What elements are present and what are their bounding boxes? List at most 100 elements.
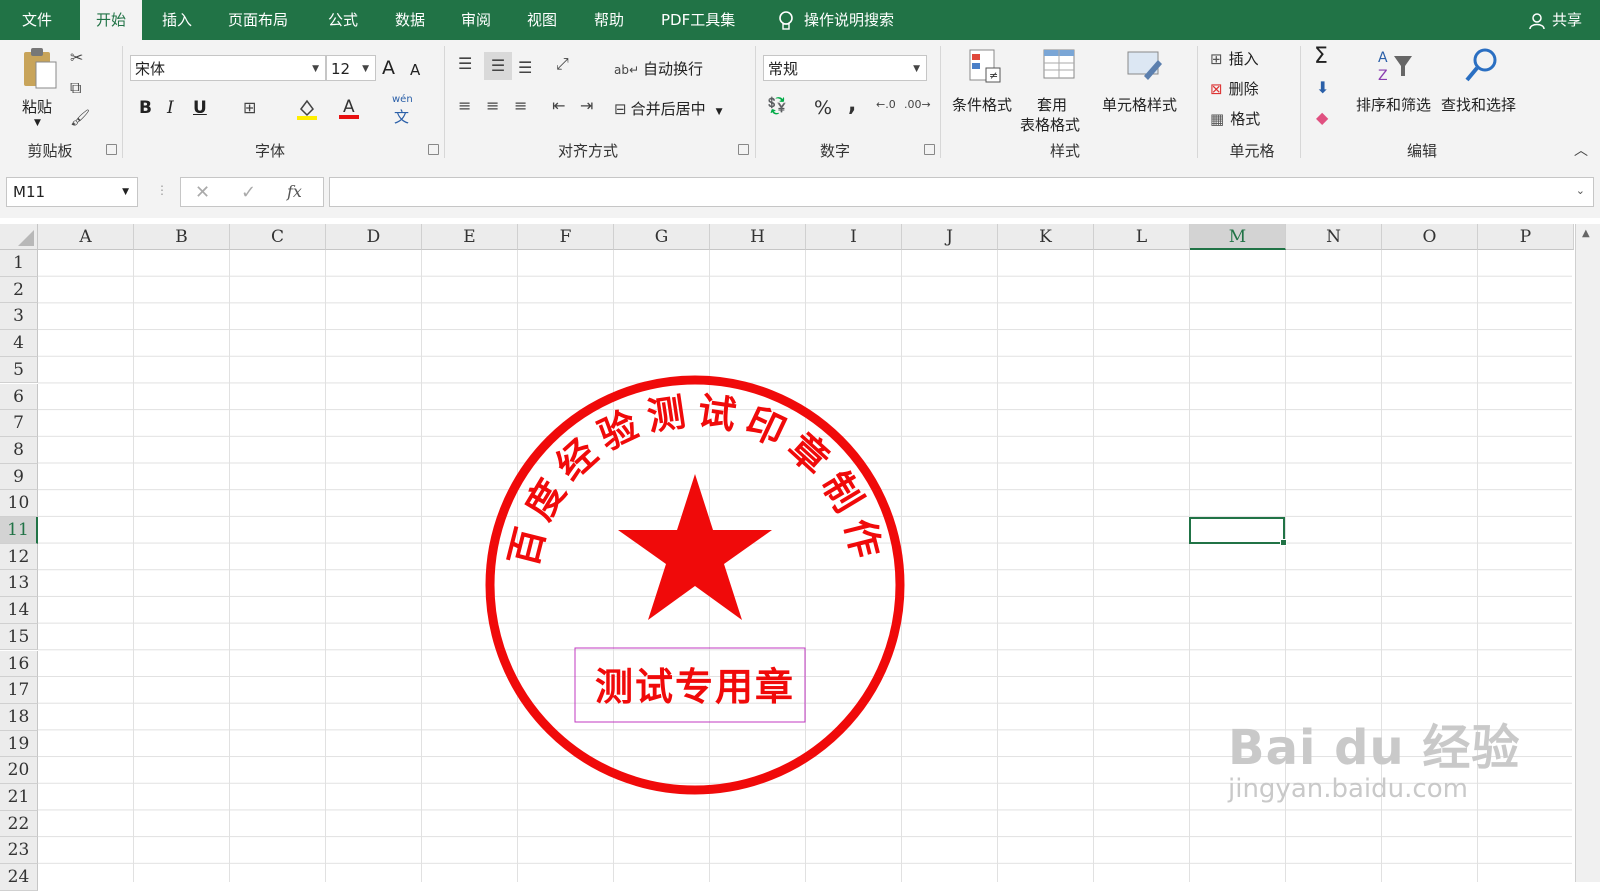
row-header-21[interactable]: 21 — [0, 784, 38, 811]
row-header-2[interactable]: 2 — [0, 276, 38, 304]
align-bottom-icon[interactable]: ☰ — [518, 58, 532, 77]
align-right-icon[interactable]: ≡ — [514, 96, 527, 115]
vertical-scrollbar[interactable]: ▲ — [1575, 224, 1600, 882]
column-header-o[interactable]: O — [1382, 224, 1478, 250]
column-header-m[interactable]: M — [1190, 224, 1286, 250]
merge-center-button[interactable]: ⊟ 合并后居中 ▼ — [614, 98, 723, 119]
clear-eraser-icon[interactable]: ◆ — [1316, 108, 1328, 127]
wrap-text-button[interactable]: ab↵ 自动换行 — [614, 58, 703, 79]
row-header-12[interactable]: 12 — [0, 543, 38, 571]
tab-review[interactable]: 审阅 — [461, 0, 491, 40]
cut-icon[interactable]: ✂ — [70, 48, 83, 67]
column-header-j[interactable]: J — [902, 224, 998, 250]
row-header-14[interactable]: 14 — [0, 597, 38, 624]
row-header-17[interactable]: 17 — [0, 677, 38, 704]
enter-check-icon[interactable]: ✓ — [241, 182, 256, 203]
column-header-i[interactable]: I — [806, 224, 902, 250]
increase-indent-icon[interactable]: ⇥ — [580, 96, 593, 115]
insert-cells-button[interactable]: ⊞ 插入 — [1210, 48, 1259, 69]
borders-icon[interactable]: ⊞ — [243, 98, 256, 117]
clipboard-launcher-icon[interactable] — [106, 144, 117, 155]
cancel-icon[interactable]: ✕ — [195, 182, 210, 203]
percent-button[interactable]: % — [814, 97, 832, 119]
seal-stamp[interactable]: 百度经验测试印章制作 测试专用章 — [476, 370, 914, 800]
row-header-13[interactable]: 13 — [0, 570, 38, 598]
name-box[interactable]: M11 ▼ — [6, 177, 138, 207]
column-header-k[interactable]: K — [998, 224, 1094, 250]
collapse-ribbon-icon[interactable]: ︿ — [1574, 140, 1588, 160]
number-format-dropdown[interactable]: 常规 ▼ — [763, 55, 927, 81]
font-launcher-icon[interactable] — [428, 144, 439, 155]
row-header-18[interactable]: 18 — [0, 703, 38, 731]
align-left-icon[interactable]: ≡ — [458, 96, 471, 115]
shrink-font-button[interactable]: A — [410, 61, 420, 79]
tab-data[interactable]: 数据 — [395, 0, 425, 40]
column-header-e[interactable]: E — [422, 224, 518, 250]
italic-button[interactable]: I — [167, 98, 174, 118]
column-header-l[interactable]: L — [1094, 224, 1190, 250]
format-cells-button[interactable]: ▦ 格式 — [1210, 108, 1260, 129]
autosum-button[interactable]: Σ — [1314, 44, 1328, 69]
underline-button[interactable]: U — [193, 98, 207, 118]
tab-home[interactable]: 开始 — [80, 0, 142, 40]
decrease-decimal-icon[interactable]: .00→ — [904, 98, 931, 111]
column-header-a[interactable]: A — [38, 224, 134, 250]
fill-down-icon[interactable]: ⬇ — [1316, 78, 1329, 97]
orientation-icon[interactable]: ⤢ — [556, 54, 569, 74]
row-header-20[interactable]: 20 — [0, 757, 38, 784]
bold-button[interactable]: B — [139, 98, 152, 118]
scroll-up-icon[interactable]: ▲ — [1582, 228, 1590, 239]
align-top-icon[interactable]: ☰ — [458, 54, 472, 73]
tab-pdf-tools[interactable]: PDF工具集 — [661, 0, 735, 40]
font-size-dropdown[interactable]: 12 ▼ — [326, 55, 376, 81]
phonetic-guide-button[interactable]: 文 — [394, 106, 409, 127]
selected-cell[interactable] — [1189, 517, 1287, 546]
tell-me-search[interactable]: 操作说明搜索 — [778, 0, 894, 40]
conditional-formatting-button[interactable]: ≠ 条件格式 — [948, 46, 1018, 136]
row-header-3[interactable]: 3 — [0, 303, 38, 331]
formula-input[interactable]: ⌄ — [329, 177, 1594, 207]
grow-font-button[interactable]: A — [382, 57, 395, 79]
align-center-icon[interactable]: ≡ — [486, 96, 499, 115]
alignment-launcher-icon[interactable] — [738, 144, 749, 155]
currency-icon[interactable]: 💱 — [767, 96, 787, 115]
row-header-5[interactable]: 5 — [0, 356, 38, 384]
font-color-icon[interactable]: A — [338, 96, 360, 124]
row-header-16[interactable]: 16 — [0, 650, 38, 678]
format-as-table-button[interactable]: 套用 表格格式 — [1020, 46, 1100, 136]
comma-style-button[interactable]: , — [848, 92, 856, 117]
row-header-8[interactable]: 8 — [0, 436, 38, 464]
row-header-6[interactable]: 6 — [0, 383, 38, 411]
column-header-c[interactable]: C — [230, 224, 326, 250]
tab-file[interactable]: 文件 — [22, 0, 62, 40]
column-header-g[interactable]: G — [614, 224, 710, 250]
share-button[interactable]: 共享 — [1528, 0, 1582, 40]
delete-cells-button[interactable]: ⊠ 删除 — [1210, 78, 1259, 99]
column-header-f[interactable]: F — [518, 224, 614, 250]
paste-button[interactable]: 粘贴 ▼ — [16, 46, 62, 131]
tab-page-layout[interactable]: 页面布局 — [228, 0, 288, 40]
row-header-9[interactable]: 9 — [0, 463, 38, 491]
format-painter-icon[interactable]: 🖌 — [70, 108, 90, 127]
tab-insert[interactable]: 插入 — [162, 0, 192, 40]
column-header-p[interactable]: P — [1478, 224, 1574, 250]
column-header-d[interactable]: D — [326, 224, 422, 250]
tab-formulas[interactable]: 公式 — [328, 0, 358, 40]
tab-help[interactable]: 帮助 — [594, 0, 624, 40]
insert-function-icon[interactable]: fx — [287, 182, 302, 201]
row-header-19[interactable]: 19 — [0, 730, 38, 758]
number-launcher-icon[interactable] — [924, 144, 935, 155]
row-header-7[interactable]: 7 — [0, 410, 38, 437]
row-header-22[interactable]: 22 — [0, 810, 38, 838]
row-header-1[interactable]: 1 — [0, 250, 38, 277]
select-all-corner[interactable] — [0, 224, 38, 250]
row-header-23[interactable]: 23 — [0, 837, 38, 865]
fill-color-icon[interactable] — [296, 97, 318, 125]
align-middle-icon[interactable]: ☰ — [484, 52, 512, 80]
drag-handle-icon[interactable]: ⋮ — [156, 183, 168, 197]
find-select-button[interactable]: 查找和选择 — [1441, 46, 1523, 136]
tab-view[interactable]: 视图 — [527, 0, 557, 40]
column-header-b[interactable]: B — [134, 224, 230, 250]
cell-styles-button[interactable]: 单元格样式 — [1102, 46, 1188, 136]
sort-filter-button[interactable]: A Z 排序和筛选 — [1356, 46, 1438, 136]
